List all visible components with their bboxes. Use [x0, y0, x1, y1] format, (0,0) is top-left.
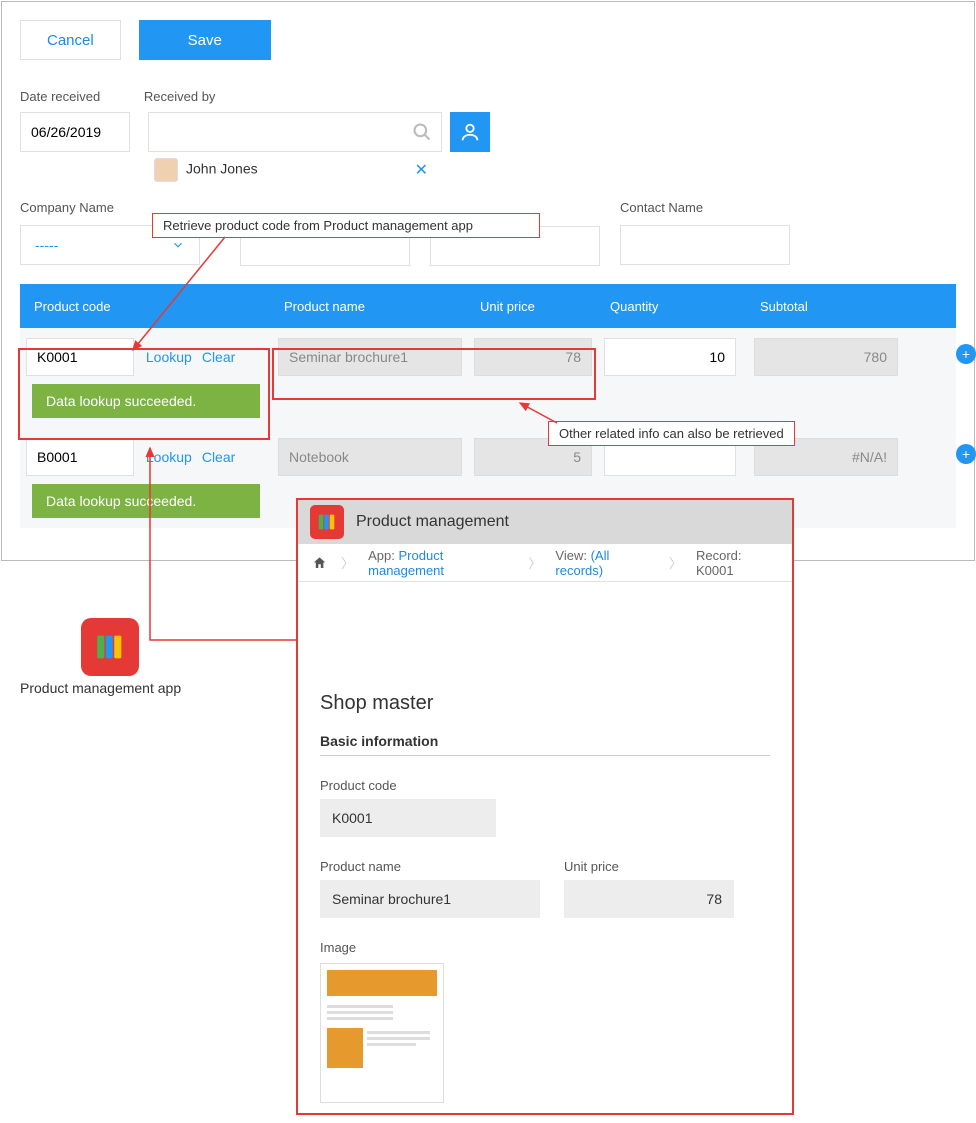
selected-user: John Jones — [154, 158, 258, 182]
product-code-input[interactable] — [26, 438, 134, 476]
th-product-name: Product name — [272, 299, 468, 314]
product-management-panel: Product management 〉 App: Product manage… — [296, 498, 794, 1115]
add-row-button[interactable]: + — [956, 444, 976, 464]
pm-breadcrumb: 〉 App: Product management 〉 View: (All r… — [298, 544, 792, 582]
received-by-input[interactable] — [148, 112, 402, 152]
pm-image-thumbnail[interactable] — [320, 963, 444, 1103]
pm-header: Product management — [298, 500, 792, 544]
pm-title: Product management — [356, 513, 509, 531]
header-inputs — [20, 112, 956, 152]
avatar — [154, 158, 178, 182]
date-received-input[interactable] — [20, 112, 130, 152]
pm-app-icon-small — [310, 505, 344, 539]
row-buttons: + − — [956, 344, 976, 364]
cell-code: Lookup Clear Data lookup succeeded. — [20, 338, 272, 428]
annotation-1: Retrieve product code from Product manag… — [152, 213, 540, 238]
table-row: Lookup Clear Data lookup succeeded. Semin… — [20, 328, 956, 428]
pm-unit-price-label: Unit price — [564, 859, 734, 874]
cell-name: Seminar brochure1 — [272, 338, 468, 428]
company-name-value: ----- — [35, 237, 58, 253]
contact-name-input[interactable] — [620, 225, 790, 265]
pm-product-code-value: K0001 — [320, 799, 496, 837]
clear-link[interactable]: Clear — [202, 449, 235, 465]
cell-subtotal: 780 — [748, 338, 904, 428]
pm-product-name-label: Product name — [320, 859, 540, 874]
pm-subsection: Basic information — [320, 733, 770, 756]
form-frame: Cancel Save Date received Received by Jo… — [1, 1, 975, 561]
product-management-app-label: Product management app — [20, 680, 181, 696]
lookup-link[interactable]: Lookup — [146, 349, 192, 365]
crumb-record: Record: K0001 — [696, 548, 778, 578]
thumb-header — [327, 970, 437, 996]
save-button[interactable]: Save — [139, 20, 271, 60]
cell-price: 78 — [468, 338, 598, 428]
toolbar: Cancel Save — [20, 20, 956, 60]
cell-qty — [598, 338, 748, 428]
pm-row-name-price: Product name Seminar brochure1 Unit pric… — [320, 859, 770, 918]
pm-section-title: Shop master — [320, 692, 770, 715]
binders-icon — [93, 630, 127, 664]
product-name-value: Seminar brochure1 — [278, 338, 462, 376]
pm-body: Shop master Basic information Product co… — [298, 582, 792, 1123]
subtotal-value: 780 — [754, 338, 898, 376]
lookup-success-banner: Data lookup succeeded. — [32, 484, 260, 518]
table-header: Product code Product name Unit price Qua… — [20, 284, 956, 328]
pm-product-name-col: Product name Seminar brochure1 — [320, 859, 540, 918]
search-button[interactable] — [402, 112, 442, 152]
person-icon — [459, 121, 481, 143]
pm-product-name-value: Seminar brochure1 — [320, 880, 540, 918]
quantity-input[interactable] — [604, 338, 736, 376]
lookup-links: Lookup Clear — [146, 449, 245, 465]
remove-user-button[interactable]: ✕ — [415, 160, 428, 180]
date-received-label: Date received — [20, 89, 140, 104]
row-buttons: + − — [956, 444, 976, 464]
chevron-down-icon — [171, 238, 185, 252]
th-quantity: Quantity — [598, 299, 748, 314]
unit-price-value: 78 — [474, 338, 592, 376]
th-unit-price: Unit price — [468, 299, 598, 314]
contact-col: Contact Name — [620, 200, 800, 266]
pm-product-code-label: Product code — [320, 778, 770, 793]
pm-image-label: Image — [320, 940, 770, 955]
lookup-links: Lookup Clear — [146, 349, 245, 365]
product-code-input[interactable] — [26, 338, 134, 376]
received-by-wrap — [148, 112, 442, 152]
clear-link[interactable]: Clear — [202, 349, 235, 365]
th-product-code: Product code — [20, 299, 272, 314]
lookup-success-banner: Data lookup succeeded. — [32, 384, 260, 418]
product-management-app-icon — [81, 618, 139, 676]
selected-user-name: John Jones — [186, 161, 258, 177]
cell-code: Lookup Clear Data lookup succeeded. — [20, 438, 272, 528]
crumb-app: App: Product management — [368, 548, 514, 578]
selected-user-row: John Jones ✕ — [154, 158, 428, 182]
received-by-label: Received by — [144, 89, 216, 104]
home-icon[interactable] — [312, 555, 327, 571]
binders-icon — [316, 511, 338, 533]
search-icon — [412, 122, 432, 142]
lookup-link[interactable]: Lookup — [146, 449, 192, 465]
add-row-button[interactable]: + — [956, 344, 976, 364]
header-labels: Date received Received by — [20, 88, 956, 104]
pm-unit-price-value: 78 — [564, 880, 734, 918]
product-name-value: Notebook — [278, 438, 462, 476]
user-picker-button[interactable] — [450, 112, 490, 152]
contact-name-label: Contact Name — [620, 200, 800, 215]
pm-unit-price-col: Unit price 78 — [564, 859, 734, 918]
crumb-view: View: (All records) — [555, 548, 655, 578]
th-subtotal: Subtotal — [748, 299, 904, 314]
annotation-2: Other related info can also be retrieved — [548, 421, 795, 446]
cancel-button[interactable]: Cancel — [20, 20, 121, 60]
